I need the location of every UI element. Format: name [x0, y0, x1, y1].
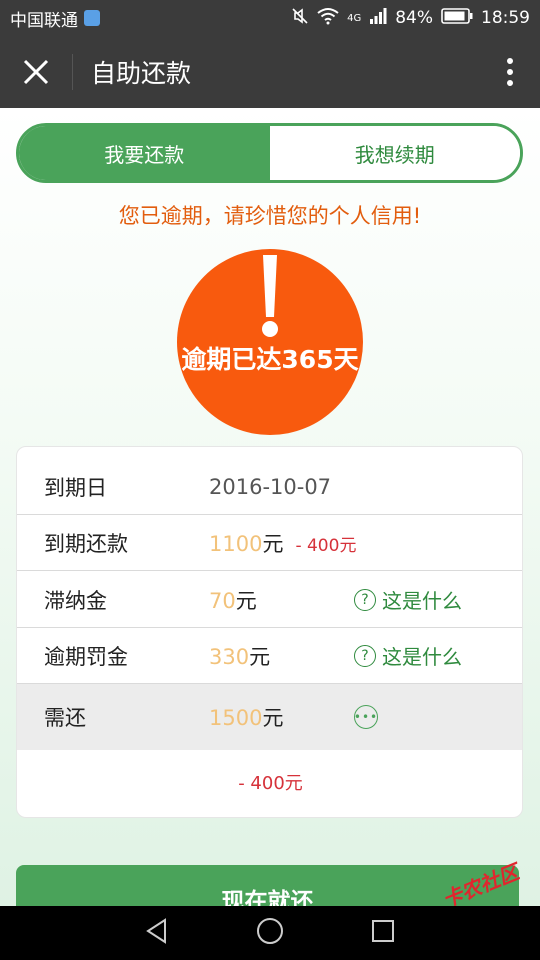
- total-row: 需还 1500 元 •••: [17, 684, 522, 750]
- total-label: 需还: [44, 706, 86, 730]
- due-amount-value: 1100 元 - 400元: [209, 528, 356, 558]
- late-fee-unit: 元: [235, 588, 257, 613]
- app-bar-divider: [72, 54, 73, 90]
- close-button[interactable]: [0, 36, 72, 108]
- mode-tabs: 我要还款 我想续期: [16, 123, 523, 183]
- carrier-label: 中国联通: [10, 10, 78, 31]
- app-bar: 自助还款: [0, 36, 540, 108]
- overdue-penalty-row: 逾期罚金 330 元 ? 这是什么: [17, 628, 522, 684]
- signal-icon: [369, 7, 387, 30]
- due-date-label: 到期日: [44, 475, 107, 500]
- due-date-value: 2016-10-07: [209, 474, 332, 499]
- mute-icon: [291, 7, 309, 30]
- overdue-penalty-help-link[interactable]: ? 这是什么: [354, 641, 462, 670]
- more-details-icon[interactable]: •••: [354, 705, 378, 729]
- total-unit: 元: [262, 706, 284, 730]
- overdue-penalty-number: 330: [209, 644, 250, 669]
- repayment-details-card: 到期日 2016-10-07 到期还款 1100 元 - 400元 滞纳金 70…: [16, 446, 523, 818]
- late-fee-row: 滞纳金 70 元 ? 这是什么: [17, 572, 522, 628]
- due-amount-unit: 元: [262, 531, 284, 556]
- question-icon: ?: [354, 644, 376, 667]
- close-icon: [23, 59, 49, 85]
- late-fee-number: 70: [209, 588, 236, 613]
- total-deduction: - 400元: [238, 773, 303, 794]
- late-fee-help-link[interactable]: ? 这是什么: [354, 585, 462, 614]
- overdue-penalty-unit: 元: [249, 644, 271, 669]
- recents-square-icon: [372, 920, 394, 942]
- tab-repay[interactable]: 我要还款: [19, 126, 270, 180]
- overdue-penalty-value: 330 元: [209, 641, 270, 671]
- more-menu-button[interactable]: [480, 36, 540, 108]
- due-amount-deduction: - 400元: [295, 535, 357, 556]
- due-amount-number: 1100: [209, 531, 263, 556]
- network-type-label: 4G: [347, 12, 362, 24]
- late-fee-label: 滞纳金: [44, 588, 107, 613]
- back-triangle-icon: [146, 918, 166, 944]
- overdue-days-text: 逾期已达365天: [181, 345, 359, 374]
- clock: 18:59: [481, 8, 530, 28]
- page-title: 自助还款: [91, 59, 192, 88]
- total-number: 1500: [209, 706, 263, 730]
- sim-card-icon: [84, 10, 100, 26]
- tab-renew[interactable]: 我想续期: [269, 126, 520, 180]
- due-date-row: 到期日 2016-10-07: [17, 459, 522, 515]
- overdue-warning: 您已逾期，请珍惜您的个人信用!: [118, 204, 422, 228]
- recents-nav-button[interactable]: [369, 917, 397, 949]
- home-circle-icon: [257, 918, 283, 944]
- due-amount-label: 到期还款: [44, 531, 128, 556]
- battery-icon: [441, 7, 473, 29]
- overdue-penalty-label: 逾期罚金: [44, 644, 128, 669]
- battery-percent: 84%: [395, 8, 433, 28]
- wifi-icon: [317, 7, 339, 30]
- late-fee-value: 70 元: [209, 585, 257, 615]
- overdue-penalty-help-text: 这是什么: [382, 645, 462, 669]
- home-nav-button[interactable]: [255, 916, 285, 950]
- question-icon: ?: [354, 588, 376, 611]
- status-bar: 中国联通 4G 84% 18:59: [0, 0, 540, 36]
- late-fee-help-text: 这是什么: [382, 589, 462, 613]
- more-vertical-icon: [507, 58, 513, 86]
- main-content: 我要还款 我想续期 您已逾期，请珍惜您的个人信用! 逾期已达365天 到期日 2…: [0, 108, 540, 906]
- back-nav-button[interactable]: [143, 917, 171, 949]
- total-value: 1500 元: [209, 702, 283, 732]
- due-amount-row: 到期还款 1100 元 - 400元: [17, 515, 522, 571]
- system-nav-bar: [0, 906, 540, 960]
